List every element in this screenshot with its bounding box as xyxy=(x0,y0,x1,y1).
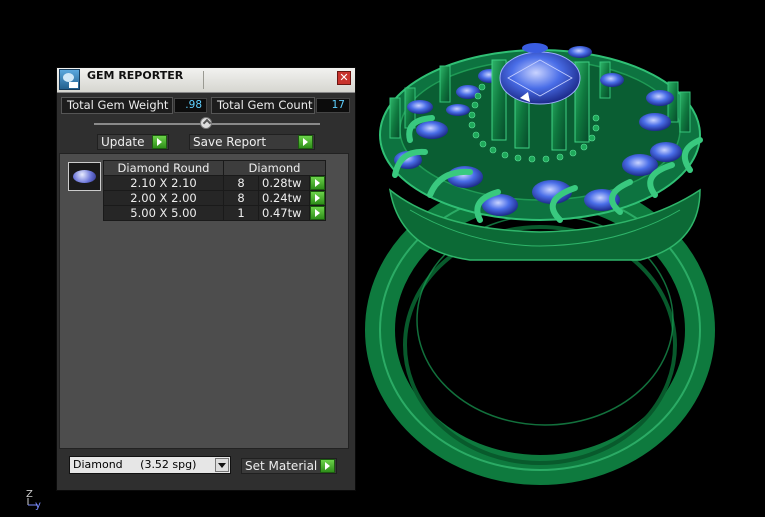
gem-size: 2.00 X 2.00 xyxy=(103,190,224,206)
update-play-icon xyxy=(152,135,167,149)
update-button[interactable]: Update xyxy=(97,134,169,150)
gem-weight: 0.47tw xyxy=(258,205,310,221)
panel-splitter-handle[interactable] xyxy=(200,117,212,129)
table-row: 5.00 X 5.00 1 0.47tw xyxy=(103,205,326,221)
set-material-button-label: Set Material xyxy=(245,459,318,473)
gem-count: 8 xyxy=(223,190,259,206)
row-select-button[interactable] xyxy=(309,175,326,191)
row-select-button[interactable] xyxy=(309,205,326,221)
table-row: 2.10 X 2.10 8 0.28tw xyxy=(103,175,326,191)
total-gem-weight-label: Total Gem Weight xyxy=(61,97,173,114)
shape-header: Diamond Round xyxy=(103,160,224,176)
chevron-down-icon[interactable] xyxy=(215,458,229,472)
gem-weight: 0.28tw xyxy=(258,175,310,191)
gem-count: 1 xyxy=(223,205,259,221)
total-gem-count-label: Total Gem Count xyxy=(211,97,315,114)
panel-title: GEM REPORTER xyxy=(87,69,184,82)
gem-reporter-panel: GEM REPORTER ✕ Total Gem Weight .98 Tota… xyxy=(56,67,356,491)
axis-z-label: Z xyxy=(26,489,33,500)
set-material-button[interactable]: Set Material xyxy=(241,458,337,474)
gem-list-area: Diamond Round Diamond 2.10 X 2.10 8 0.28… xyxy=(59,153,349,449)
gem-shape-icon xyxy=(73,170,96,183)
row-play-icon xyxy=(310,206,325,220)
gem-size: 2.10 X 2.10 xyxy=(103,175,224,191)
update-button-label: Update xyxy=(101,135,145,149)
material-dropdown-value: Diamond (3.52 spg) xyxy=(73,458,197,471)
total-gem-count-value: 17 xyxy=(316,98,350,113)
axis-y-label: y xyxy=(35,500,41,511)
save-report-button[interactable]: Save Report xyxy=(189,134,315,150)
total-gem-weight-value: .98 xyxy=(174,98,207,113)
close-button[interactable]: ✕ xyxy=(337,71,351,85)
save-report-play-icon xyxy=(298,135,313,149)
table-row: 2.00 X 2.00 8 0.24tw xyxy=(103,190,326,206)
round-diamond-thumbnail[interactable] xyxy=(68,162,101,191)
material-dropdown[interactable]: Diamond (3.52 spg) xyxy=(69,456,231,474)
set-material-play-icon xyxy=(320,459,335,473)
material-header: Diamond xyxy=(223,160,326,176)
row-play-icon xyxy=(310,191,325,205)
gem-table: Diamond Round Diamond 2.10 X 2.10 8 0.28… xyxy=(103,160,326,221)
row-play-icon xyxy=(310,176,325,190)
gem-count: 8 xyxy=(223,175,259,191)
gem-reporter-app-icon xyxy=(59,69,80,90)
row-select-button[interactable] xyxy=(309,190,326,206)
gem-weight: 0.24tw xyxy=(258,190,310,206)
title-divider xyxy=(203,71,204,89)
panel-titlebar[interactable]: GEM REPORTER ✕ xyxy=(57,68,355,93)
save-report-button-label: Save Report xyxy=(193,135,267,149)
gem-size: 5.00 X 5.00 xyxy=(103,205,224,221)
gem-table-header: Diamond Round Diamond xyxy=(103,160,326,176)
